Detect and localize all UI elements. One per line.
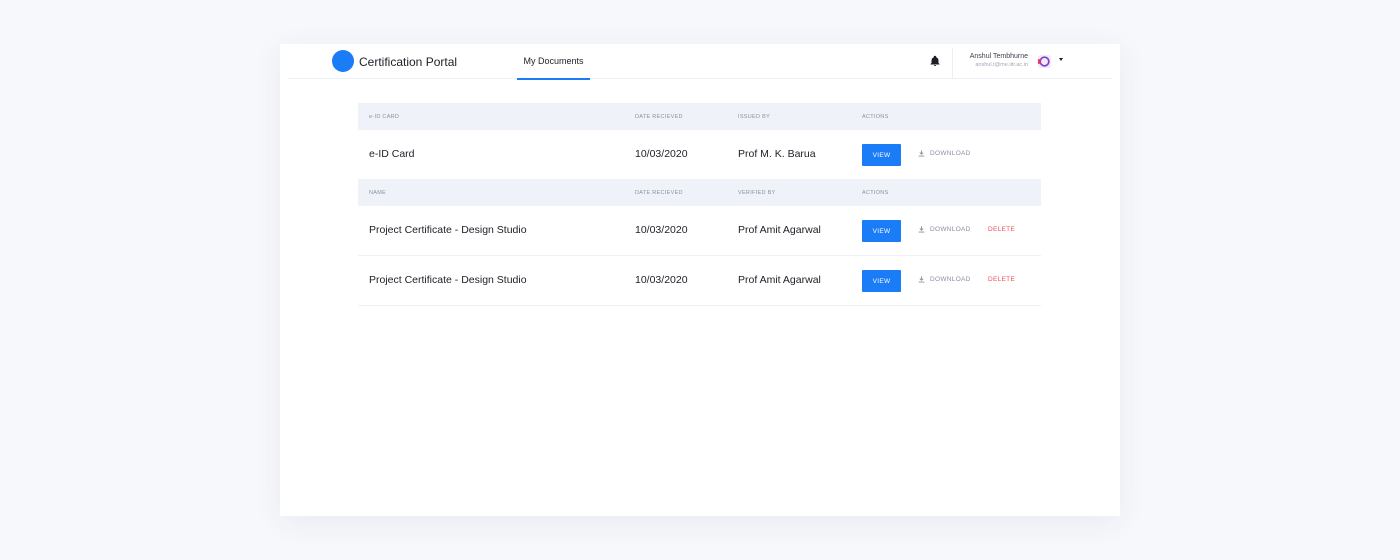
delete-button[interactable]: DELETE (988, 276, 1015, 283)
download-button[interactable]: DOWNLOAD (918, 150, 971, 157)
issued-by: Prof M. K. Barua (738, 148, 816, 160)
chevron-down-icon[interactable] (1059, 58, 1063, 61)
table-row: e-ID Card 10/03/2020 Prof M. K. Barua VI… (358, 130, 1041, 179)
delete-button[interactable]: DELETE (988, 226, 1015, 233)
view-button[interactable]: VIEW (862, 220, 901, 242)
app-window: Certification Portal My Documents Anshul… (280, 44, 1120, 516)
document-name: Project Certificate - Design Studio (369, 274, 527, 286)
user-email: anshul.t@me.iitr.ac.in (975, 62, 1028, 68)
document-name: e-ID Card (369, 148, 415, 160)
column-header-verified-by: VERIFIED BY (738, 190, 776, 196)
tab-my-documents[interactable]: My Documents (517, 44, 590, 80)
column-header-date-received: DATE RECIEVED (635, 114, 683, 120)
table-row: Project Certificate - Design Studio 10/0… (358, 256, 1041, 306)
date-received: 10/03/2020 (635, 148, 688, 160)
bell-icon[interactable] (929, 55, 941, 67)
document-name: Project Certificate - Design Studio (369, 224, 527, 236)
download-icon (918, 226, 925, 233)
download-button[interactable]: DOWNLOAD (918, 226, 971, 233)
user-name: Anshul Tembhurne (969, 53, 1028, 60)
column-header-issued-by: ISSUED BY (738, 114, 771, 120)
download-icon (918, 276, 925, 283)
download-label: DOWNLOAD (930, 226, 971, 233)
top-navbar: Certification Portal My Documents Anshul… (288, 44, 1112, 80)
view-button[interactable]: VIEW (862, 144, 901, 166)
date-received: 10/03/2020 (635, 224, 688, 236)
column-header-actions: ACTIONS (862, 190, 889, 196)
download-label: DOWNLOAD (930, 150, 971, 157)
download-icon (918, 150, 925, 157)
documents-table: e-ID CARD DATE RECIEVED ISSUED BY ACTION… (358, 103, 1041, 306)
app-title: Certification Portal (359, 55, 458, 69)
eid-table-header: e-ID CARD DATE RECIEVED ISSUED BY ACTION… (358, 103, 1041, 130)
view-button[interactable]: VIEW (862, 270, 901, 292)
header-divider (952, 48, 953, 78)
date-received: 10/03/2020 (635, 274, 688, 286)
table-row: Project Certificate - Design Studio 10/0… (358, 206, 1041, 256)
column-header-name: NAME (369, 190, 387, 196)
download-label: DOWNLOAD (930, 276, 971, 283)
column-header-actions: ACTIONS (862, 114, 889, 120)
documents-table-header: NAME DATE RECIEVED VERIFIED BY ACTIONS (358, 179, 1041, 206)
tab-label: My Documents (523, 56, 584, 66)
active-tab-indicator (517, 78, 590, 80)
verified-by: Prof Amit Agarwal (738, 274, 821, 286)
column-header-date-received: DATE RECIEVED (635, 190, 683, 196)
download-button[interactable]: DOWNLOAD (918, 276, 971, 283)
avatar[interactable] (1037, 54, 1052, 69)
logo-icon[interactable] (332, 50, 354, 72)
column-header-eid-card: e-ID CARD (369, 114, 400, 120)
verified-by: Prof Amit Agarwal (738, 224, 821, 236)
